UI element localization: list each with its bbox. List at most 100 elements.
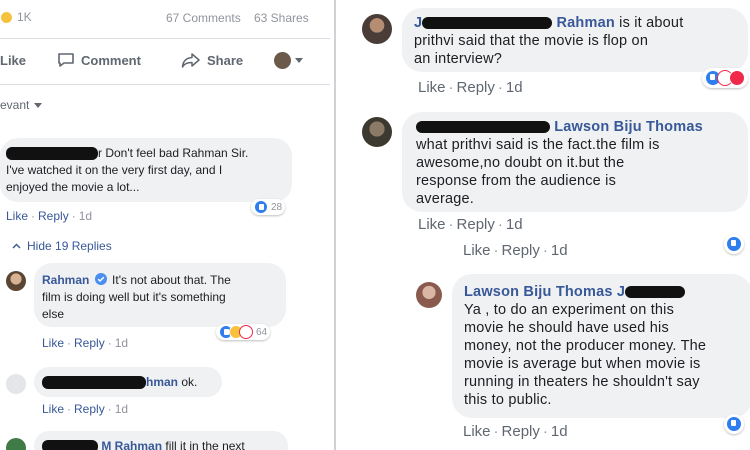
caret-down-icon <box>34 102 43 108</box>
comment-actions: Like · Reply · 1d <box>42 336 129 350</box>
like-link[interactable]: Like <box>463 423 491 440</box>
like-reaction-icon <box>254 200 268 214</box>
timestamp[interactable]: 1d <box>551 242 568 259</box>
comment-line: It's not about that. The <box>112 273 231 287</box>
timestamp[interactable]: 1d <box>506 79 523 96</box>
share-button-label: Share <box>207 52 244 68</box>
like-link[interactable]: Like <box>418 216 446 233</box>
like-reaction-icon <box>726 416 742 432</box>
caret-down-icon <box>295 57 303 63</box>
comment-button[interactable]: Comment <box>57 52 141 68</box>
reaction-badge[interactable]: 64 <box>216 324 271 340</box>
commenter-avatar[interactable] <box>6 438 26 450</box>
profile-avatar <box>274 52 291 69</box>
commenter-name[interactable]: M Rahman <box>101 439 162 450</box>
reply-link[interactable]: Reply <box>74 402 105 416</box>
commenter-name[interactable]: Rahman <box>42 273 89 287</box>
comment-line: what prithvi said is the fact.the film i… <box>416 137 660 153</box>
commenter-name[interactable]: Rahman <box>557 15 615 31</box>
comment-text: Lawson Biju Thomas J Ya , to do an exper… <box>464 283 750 409</box>
divider <box>0 38 330 39</box>
redacted-name <box>422 17 553 30</box>
comment-actions: Like · Reply · 1d <box>42 402 129 416</box>
comment-line: money, not the producer money. The <box>464 338 707 354</box>
reaction-count: 1K <box>17 10 32 24</box>
comment-line: average. <box>416 191 475 207</box>
reply-link[interactable]: Reply <box>457 79 495 96</box>
share-icon <box>181 53 200 68</box>
chevron-up-icon <box>12 243 21 249</box>
comment-line: is it about <box>619 15 684 31</box>
like-link[interactable]: Like <box>42 402 64 416</box>
comment-actions: Like · Reply · 1d <box>463 242 568 259</box>
commenter-name-prefix[interactable]: J <box>414 15 422 31</box>
comments-count[interactable]: 67 Comments <box>166 11 241 25</box>
reaction-badge[interactable] <box>724 234 744 254</box>
haha-reaction-icon <box>0 10 13 24</box>
comment-actions: Like · Reply · 1d <box>6 209 93 223</box>
commenter-name[interactable]: Lawson Biju Thomas J <box>464 284 625 300</box>
comment-line: movie he should have used his <box>464 320 669 336</box>
reply-link[interactable]: Reply <box>502 242 540 259</box>
comment-icon <box>58 53 74 67</box>
verified-badge-icon <box>94 273 107 285</box>
share-button[interactable]: Share <box>181 52 243 68</box>
love-reaction-icon <box>239 325 253 339</box>
commenter-avatar[interactable] <box>416 282 442 308</box>
comment-line: I've watched it on the very first day, a… <box>6 163 223 177</box>
comment-button-label: Comment <box>81 52 141 68</box>
comment-text: M Rahman fill it in the next <box>42 438 245 450</box>
comment-line: prithvi said that the movie is flop on <box>414 33 649 49</box>
comment-text: Lawson Biju Thomas what prithvi said is … <box>416 118 750 208</box>
timestamp[interactable]: 1d <box>79 209 92 223</box>
reactions-summary[interactable]: 1K <box>0 10 32 24</box>
comment-actions: Like · Reply · 1d <box>418 216 523 233</box>
commenter-avatar[interactable] <box>362 117 392 147</box>
hide-replies-link[interactable]: Hide 19 Replies <box>12 239 112 253</box>
divider <box>0 84 330 85</box>
comment-text: Rahman It's not about that. The film is … <box>42 272 282 323</box>
timestamp[interactable]: 1d <box>115 336 128 350</box>
comment-actions: Like · Reply · 1d <box>418 79 523 96</box>
like-reaction-icon <box>726 236 742 252</box>
redacted-name <box>416 121 550 134</box>
comment-line: response from the audience is <box>416 173 617 189</box>
timestamp[interactable]: 1d <box>506 216 523 233</box>
angry-reaction-icon <box>729 70 745 86</box>
commenter-name[interactable]: hman <box>146 375 178 389</box>
comment-line: running in theaters he shouldn't say <box>464 374 700 390</box>
panel-divider <box>330 0 342 450</box>
reaction-badge[interactable]: 28 <box>251 199 286 215</box>
comment-line: awesome,no doubt on it.but the <box>416 155 625 171</box>
comment-line: ok. <box>181 375 198 389</box>
redacted-name <box>42 376 146 390</box>
reply-link[interactable]: Reply <box>502 423 540 440</box>
comment-line: r Don't feel bad Rahman Sir. <box>98 146 249 160</box>
comment-text: hman ok. <box>42 374 197 391</box>
commenter-avatar[interactable] <box>6 374 26 394</box>
like-link[interactable]: Like <box>6 209 28 223</box>
timestamp[interactable]: 1d <box>115 402 128 416</box>
reply-link[interactable]: Reply <box>74 336 105 350</box>
reaction-badge[interactable] <box>702 68 748 88</box>
right-thread-panel: J Rahman is it about prithvi said that t… <box>342 0 750 450</box>
like-link[interactable]: Like <box>42 336 64 350</box>
left-post-panel: 1K 67 Comments 63 Shares Like Comment Sh… <box>0 0 330 450</box>
comment-text: J Rahman is it about prithvi said that t… <box>414 14 744 68</box>
timestamp[interactable]: 1d <box>551 423 568 440</box>
like-button[interactable]: Like <box>0 53 26 68</box>
comment-text: r Don't feel bad Rahman Sir. I've watche… <box>6 145 288 196</box>
reply-link[interactable]: Reply <box>457 216 495 233</box>
commenter-name[interactable]: Lawson Biju Thomas <box>554 119 703 135</box>
commenter-avatar[interactable] <box>362 14 392 44</box>
like-link[interactable]: Like <box>463 242 491 259</box>
shares-count[interactable]: 63 Shares <box>254 11 309 25</box>
comment-filter-dropdown[interactable]: evant <box>0 98 43 112</box>
like-link[interactable]: Like <box>418 79 446 96</box>
reaction-badge[interactable] <box>724 414 744 434</box>
rahman-avatar[interactable] <box>6 271 26 291</box>
comment-line: Ya , to do an experiment on this <box>464 302 675 318</box>
redacted-name <box>625 286 686 299</box>
post-as-selector[interactable] <box>274 52 303 69</box>
reply-link[interactable]: Reply <box>38 209 69 223</box>
